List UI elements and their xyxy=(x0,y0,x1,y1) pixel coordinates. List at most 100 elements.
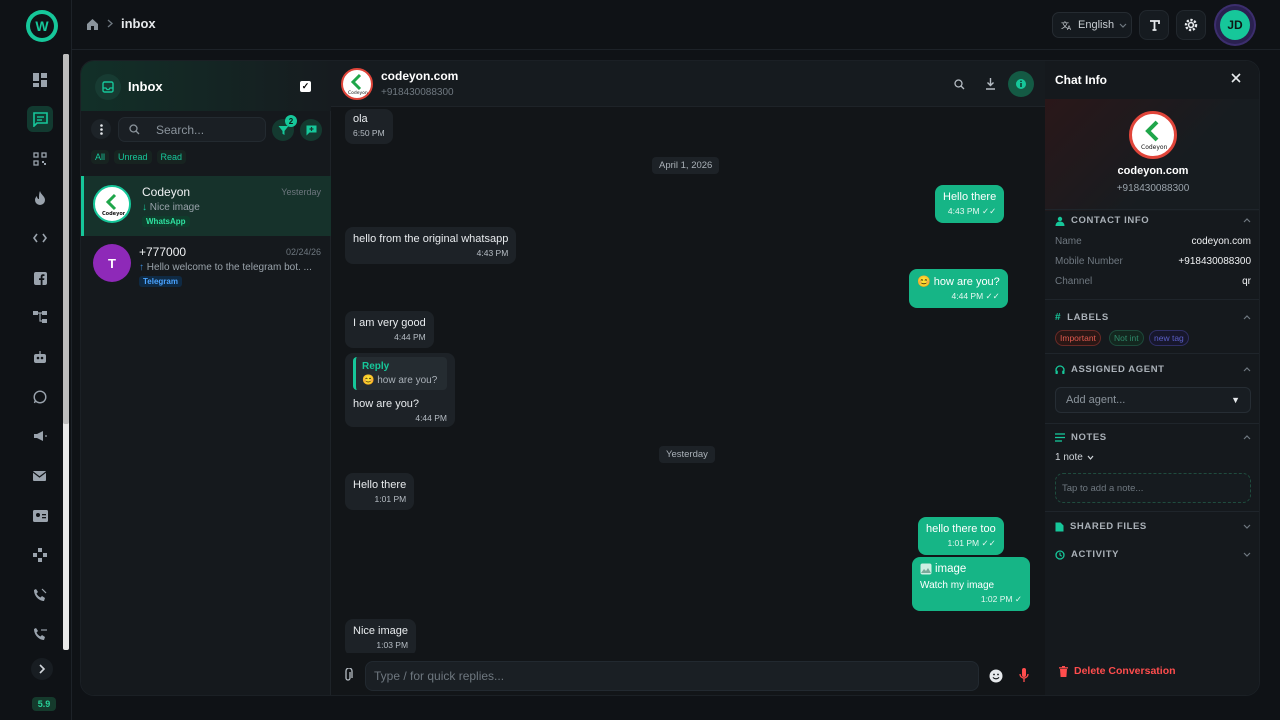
contact-phone: +918430088300 xyxy=(1116,183,1190,194)
tab-read[interactable]: Read xyxy=(156,150,187,164)
message-bubble-incoming: hello from the original whatsapp 4:43 PM xyxy=(345,227,517,264)
tab-unread[interactable]: Unread xyxy=(114,150,152,164)
field-label: Channel xyxy=(1055,276,1093,287)
reply-label: Reply xyxy=(362,361,390,372)
section-title: NOTES xyxy=(1071,432,1107,443)
channel-tag: WhatsApp xyxy=(142,216,190,227)
section-title: ASSIGNED AGENT xyxy=(1071,364,1165,375)
dashboard-icon[interactable] xyxy=(27,67,53,93)
call-log-icon[interactable] xyxy=(27,582,53,608)
labels-section-header[interactable]: # LABELS xyxy=(1055,312,1251,323)
conversation-preview-text: Nice image xyxy=(149,202,200,213)
font-size-button[interactable] xyxy=(1139,10,1169,40)
code-icon[interactable] xyxy=(27,225,53,251)
message-input[interactable] xyxy=(365,661,979,691)
label-chip-important[interactable]: Important xyxy=(1055,330,1101,346)
chevron-up-icon xyxy=(1243,367,1251,372)
phone-dots-icon[interactable] xyxy=(27,621,53,647)
delete-conversation-label: Delete Conversation xyxy=(1074,665,1176,677)
avatar[interactable]: Codeyon xyxy=(341,68,373,100)
chat-contact-name: codeyon.com xyxy=(381,69,459,83)
shared-files-section-header[interactable]: SHARED FILES xyxy=(1055,521,1251,532)
label-chip-new-tag[interactable]: new tag xyxy=(1149,330,1189,346)
attach-button[interactable] xyxy=(344,668,354,682)
inbox-workspace: Inbox ✓ 2 All Unread Read xyxy=(80,60,1260,696)
notes-section-header[interactable]: NOTES xyxy=(1055,432,1251,443)
read-receipt-icon: ✓✓ xyxy=(985,291,1000,301)
headset-icon xyxy=(1055,364,1065,375)
image-alt-text: image xyxy=(935,563,967,575)
conversation-preview-text: Hello welcome to the telegram bot. ... xyxy=(146,262,312,273)
assigned-agent-section-header[interactable]: ASSIGNED AGENT xyxy=(1055,364,1251,375)
chevron-up-icon xyxy=(1243,435,1251,440)
add-note-input[interactable] xyxy=(1055,473,1251,503)
quoted-reply[interactable]: Reply 😊 how are you? xyxy=(353,357,447,390)
new-chat-button[interactable] xyxy=(300,119,322,141)
caret-down-icon: ▼ xyxy=(1231,395,1240,405)
svg-text:A: A xyxy=(1067,25,1072,31)
message-text: ola xyxy=(353,113,368,125)
message-text: Hello there xyxy=(353,479,407,491)
smiley-icon xyxy=(989,669,1003,683)
activity-section-header[interactable]: ACTIVITY xyxy=(1055,549,1251,560)
translate-icon: 文A xyxy=(1061,20,1073,31)
reply-quoted-text: 😊 how are you? xyxy=(362,375,438,386)
whatsapp-icon[interactable] xyxy=(27,384,53,410)
home-icon[interactable] xyxy=(86,18,99,30)
assign-agent-dropdown[interactable]: Add agent... ▼ xyxy=(1055,387,1251,413)
user-initials: JD xyxy=(1220,10,1250,40)
contact-info-section-header[interactable]: CONTACT INFO xyxy=(1055,215,1251,226)
search-icon xyxy=(129,124,140,135)
qr-code-icon[interactable] xyxy=(27,146,53,172)
chevron-down-icon xyxy=(1243,524,1251,529)
message-text: I am very good xyxy=(353,317,426,329)
message-text: hello there too xyxy=(926,523,996,535)
label-chip-not-int[interactable]: Not int xyxy=(1109,330,1144,346)
expand-sidebar-button[interactable] xyxy=(31,658,53,680)
flow-icon[interactable] xyxy=(27,304,53,330)
field-label: Name xyxy=(1055,236,1082,247)
select-all-checkbox[interactable]: ✓ xyxy=(300,81,311,92)
bot-icon[interactable] xyxy=(27,344,53,370)
message-bubble-outgoing-image: image Watch my image 1:02 PM ✓ xyxy=(912,557,1030,611)
tab-all[interactable]: All xyxy=(91,150,110,164)
contact-field: Name codeyon.com xyxy=(1055,236,1251,247)
fire-icon[interactable] xyxy=(27,185,53,211)
voice-record-button[interactable] xyxy=(1019,668,1029,683)
message-text: how are you? xyxy=(353,398,420,410)
notes-count-toggle[interactable]: 1 note xyxy=(1055,452,1094,463)
emoji-button[interactable] xyxy=(989,669,1003,683)
search-messages-button[interactable] xyxy=(947,72,971,96)
delete-conversation-button[interactable]: Delete Conversation xyxy=(1059,665,1176,677)
message-bubble-incoming: ola 6:50 PM xyxy=(345,109,393,144)
integrations-icon[interactable] xyxy=(27,542,53,568)
search-input[interactable] xyxy=(156,122,256,137)
app-logo[interactable]: W xyxy=(26,10,58,42)
chevron-up-icon xyxy=(1243,218,1251,223)
facebook-icon[interactable] xyxy=(27,265,53,291)
conversation-item[interactable]: Codeyon Codeyon Yesterday ↓ Nice image W… xyxy=(81,176,331,236)
megaphone-icon[interactable] xyxy=(27,423,53,449)
contacts-icon[interactable] xyxy=(27,503,53,529)
gear-icon xyxy=(1183,17,1199,33)
avatar-logo-text: Codeyon xyxy=(348,90,368,96)
outgoing-arrow-icon: ↑ xyxy=(139,262,144,273)
top-bar: inbox 文A English JD xyxy=(72,0,1280,50)
message-thread[interactable]: ola 6:50 PM April 1, 2026 Hello there 4:… xyxy=(331,107,1045,653)
image-attachment[interactable]: image xyxy=(920,563,1022,575)
close-icon[interactable] xyxy=(1231,73,1241,83)
user-avatar[interactable]: JD xyxy=(1216,6,1254,44)
more-options-button[interactable] xyxy=(91,119,111,139)
settings-button[interactable] xyxy=(1176,10,1206,40)
conversation-item[interactable]: T +777000 02/24/26 ↑ Hello welcome to th… xyxy=(81,236,331,296)
download-chat-button[interactable] xyxy=(978,72,1002,96)
language-selector[interactable]: 文A English xyxy=(1052,12,1132,38)
chevron-up-icon xyxy=(1243,315,1251,320)
user-icon xyxy=(1055,216,1065,226)
mail-check-icon[interactable] xyxy=(27,463,53,489)
chat-icon[interactable] xyxy=(27,106,53,132)
sidebar-scrollbar-thumb[interactable] xyxy=(63,54,69,424)
chat-info-toggle-button[interactable] xyxy=(1008,71,1034,97)
message-bubble-incoming: I am very good 4:44 PM xyxy=(345,311,434,348)
filter-icon xyxy=(278,125,289,136)
